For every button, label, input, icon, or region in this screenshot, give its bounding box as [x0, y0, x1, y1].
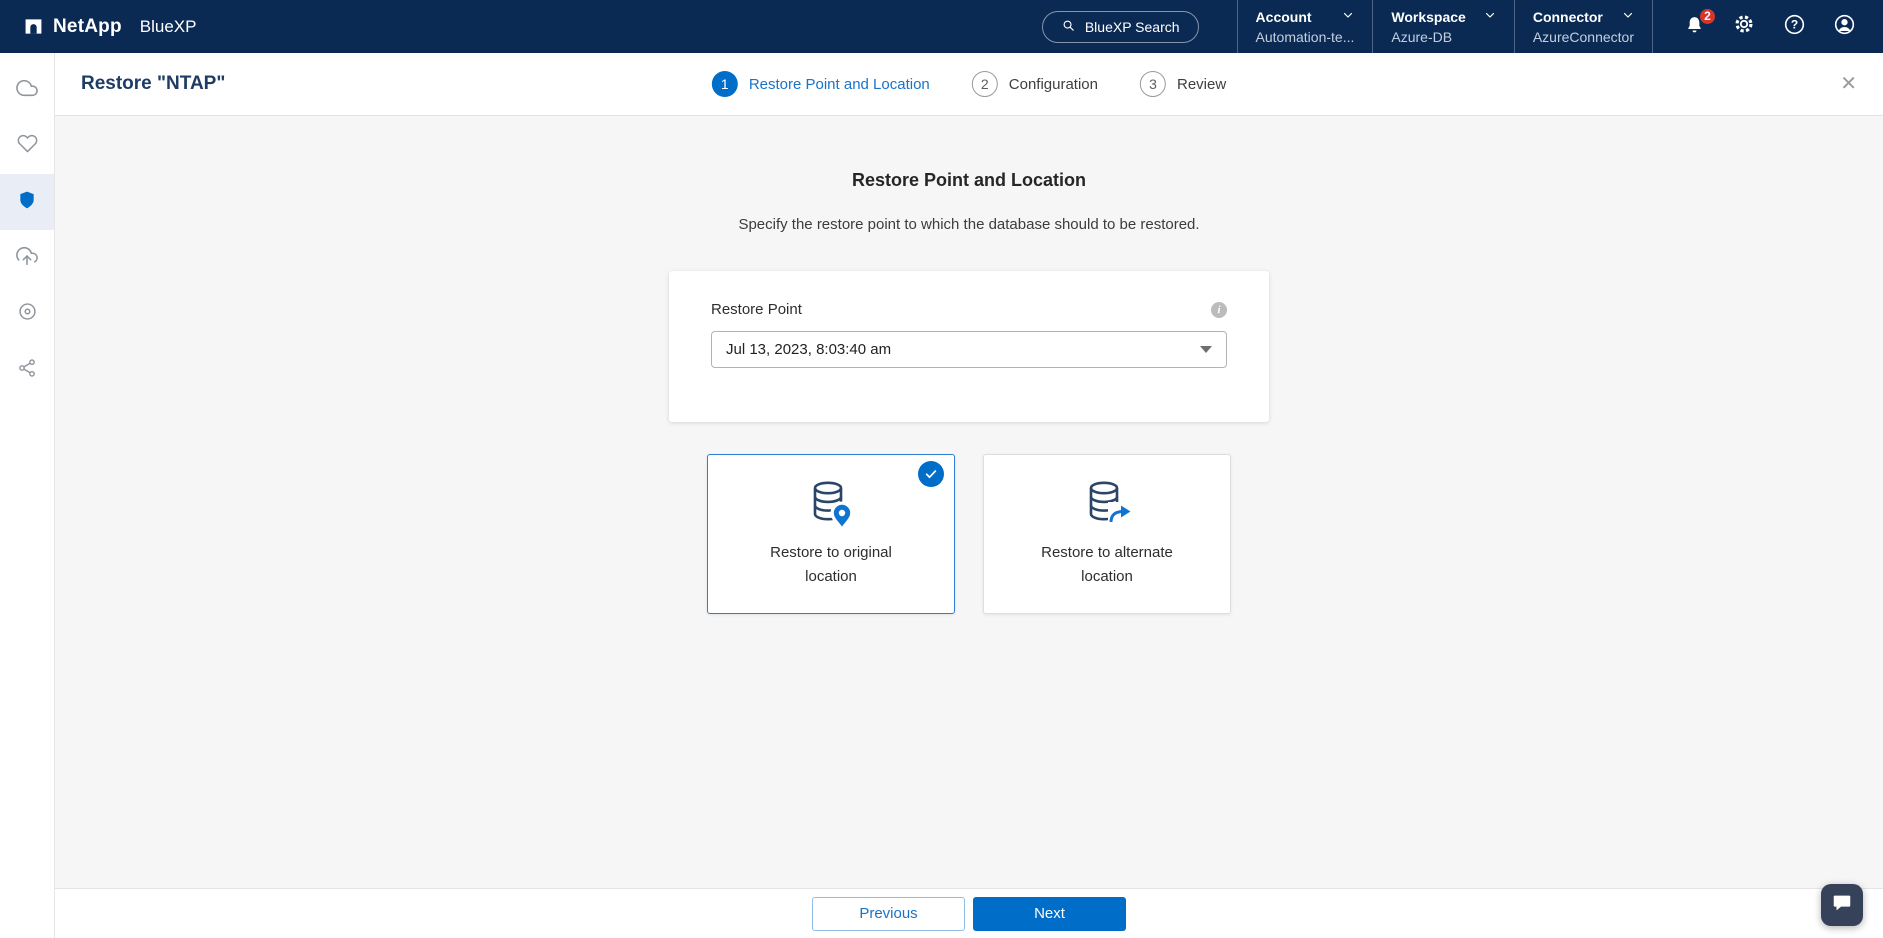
sidebar-item-backup[interactable] — [0, 230, 54, 286]
restore-point-label: Restore Point — [711, 301, 802, 318]
content-subheading: Specify the restore point to which the d… — [738, 216, 1200, 233]
brand: NetApp BlueXP — [24, 16, 196, 38]
connector-menu-label: Connector — [1532, 9, 1603, 25]
user-account-button[interactable] — [1831, 14, 1857, 40]
step-restore-point-and-location[interactable]: 1 Restore Point and Location — [711, 71, 930, 97]
notifications-button[interactable]: 2 — [1681, 6, 1717, 40]
restore-point-card: Restore Point i Jul 13, 2023, 8:03:40 am — [669, 271, 1269, 422]
connector-menu-value: AzureConnector — [1532, 29, 1634, 45]
wizard-footer: Previous Next — [55, 888, 1883, 938]
search-icon — [1061, 18, 1076, 36]
step-number: 1 — [711, 71, 738, 97]
close-icon[interactable]: ✕ — [1840, 74, 1857, 94]
database-arrow-icon — [1081, 477, 1133, 531]
protection-shield-icon — [17, 190, 37, 215]
restore-point-select[interactable]: Jul 13, 2023, 8:03:40 am — [711, 331, 1227, 368]
step-number: 3 — [1140, 71, 1166, 97]
sidebar-item-canvas[interactable] — [0, 62, 54, 118]
bluexp-search-button[interactable]: BlueXP Search — [1041, 10, 1199, 43]
top-header: NetApp BlueXP BlueXP Search Account Auto… — [0, 0, 1883, 53]
workspace-menu[interactable]: Workspace Azure-DB — [1372, 0, 1513, 53]
sidebar-item-health[interactable] — [0, 118, 54, 174]
chevron-down-icon — [1484, 8, 1496, 26]
step-review[interactable]: 3 Review — [1140, 71, 1226, 97]
sidebar-item-protection[interactable] — [0, 174, 54, 230]
option-restore-alternate-location[interactable]: Restore to alternate location — [983, 454, 1231, 614]
product-name: BlueXP — [139, 16, 197, 36]
step-label: Configuration — [1008, 75, 1098, 93]
sidebar-item-storage[interactable] — [0, 286, 54, 342]
option-restore-original-location[interactable]: Restore to original location — [707, 454, 955, 614]
caret-down-icon — [1200, 346, 1212, 353]
gear-icon — [1733, 13, 1755, 40]
content-heading: Restore Point and Location — [851, 170, 1087, 190]
workspace-menu-label: Workspace — [1391, 9, 1466, 25]
header-right: BlueXP Search Account Automation-te... W… — [1041, 0, 1883, 53]
step-label: Restore Point and Location — [748, 75, 930, 93]
left-sidebar — [0, 53, 55, 938]
account-menu-value: Automation-te... — [1255, 29, 1355, 45]
disc-icon — [17, 301, 38, 327]
next-button[interactable]: Next — [973, 896, 1126, 931]
account-menu[interactable]: Account Automation-te... — [1236, 0, 1373, 53]
step-configuration[interactable]: 2 Configuration — [971, 71, 1098, 97]
wizard-content: Restore Point and Location Specify the r… — [55, 116, 1883, 888]
brand-name: NetApp — [53, 15, 122, 37]
backup-cloud-icon — [16, 245, 38, 272]
selected-check-icon — [918, 461, 944, 487]
canvas-cloud-icon — [16, 77, 38, 104]
sidebar-item-sync[interactable] — [0, 342, 54, 398]
workspace-menu-value: Azure-DB — [1391, 29, 1453, 45]
svg-text:?: ? — [1790, 17, 1797, 31]
restore-point-value: Jul 13, 2023, 8:03:40 am — [726, 341, 892, 358]
notification-badge: 2 — [1698, 6, 1717, 26]
account-menu-label: Account — [1255, 9, 1312, 25]
search-label: BlueXP Search — [1084, 18, 1180, 35]
chevron-down-icon — [1342, 8, 1354, 26]
user-icon — [1833, 13, 1856, 41]
restore-location-options: Restore to original location Restore to … — [55, 454, 1883, 614]
wizard-header: Restore "NTAP" 1 Restore Point and Locat… — [55, 53, 1883, 116]
step-label: Review — [1177, 75, 1227, 93]
step-number: 2 — [971, 71, 998, 97]
settings-button[interactable] — [1731, 14, 1757, 40]
bluexp-app: NetApp BlueXP BlueXP Search Account Auto… — [0, 0, 1883, 938]
connector-menu[interactable]: Connector AzureConnector — [1513, 0, 1653, 53]
chat-icon — [1831, 892, 1853, 919]
netapp-logo-icon — [24, 17, 43, 36]
header-icon-buttons: 2 ? — [1653, 0, 1883, 53]
option-label: Restore to alternate location — [1041, 544, 1173, 585]
chat-launcher-button[interactable] — [1821, 884, 1863, 926]
share-nodes-icon — [17, 358, 37, 383]
page-title: Restore "NTAP" — [81, 73, 226, 94]
help-icon: ? — [1783, 13, 1806, 41]
help-button[interactable]: ? — [1781, 14, 1807, 40]
info-icon[interactable]: i — [1211, 301, 1227, 318]
main-area: Restore "NTAP" 1 Restore Point and Locat… — [55, 53, 1883, 938]
chevron-down-icon — [1622, 8, 1634, 26]
health-heart-icon — [17, 133, 38, 159]
database-location-icon — [805, 477, 857, 531]
wizard-stepper: 1 Restore Point and Location 2 Configura… — [711, 71, 1226, 97]
option-label: Restore to original location — [770, 544, 892, 585]
previous-button[interactable]: Previous — [812, 896, 965, 931]
